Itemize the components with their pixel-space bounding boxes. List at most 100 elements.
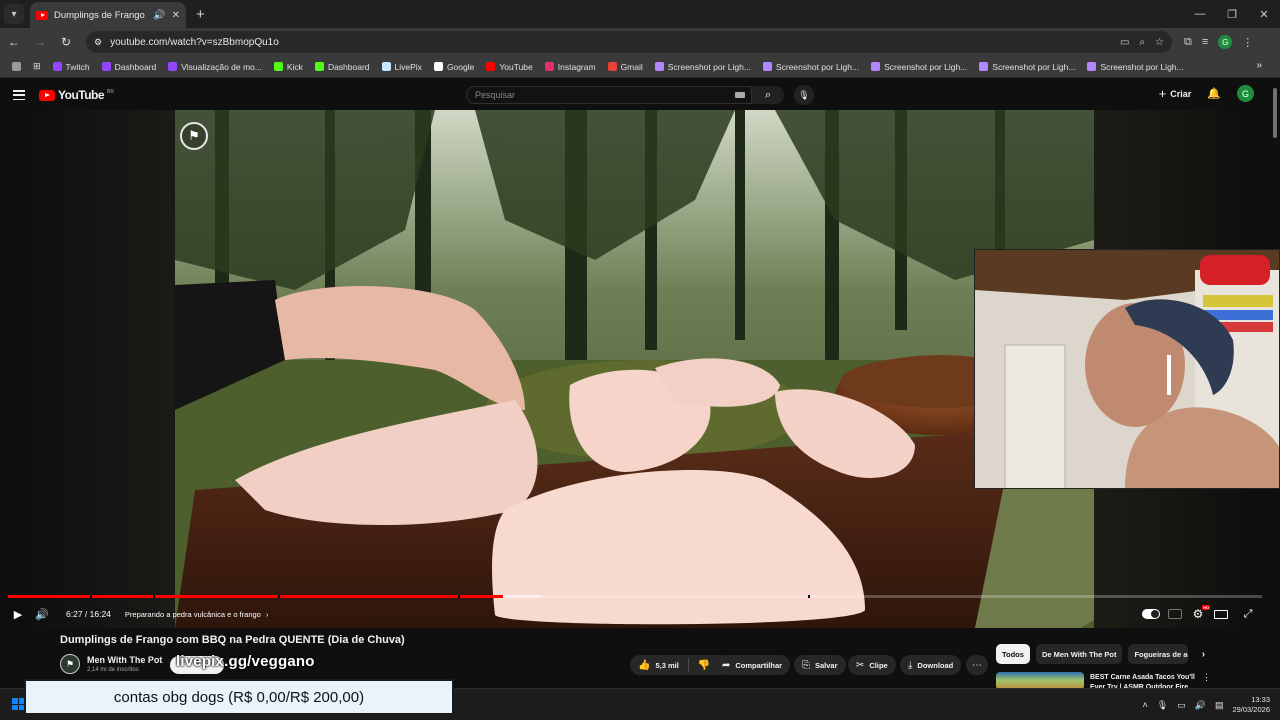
search-button[interactable]: ⌕ xyxy=(752,86,784,104)
browser-toolbar: ← → ↻ ⚙ youtube.com/watch?v=szBbmopQu1o … xyxy=(0,28,1280,56)
chapter-button[interactable]: Preparando a pedra vulcânica e o frango › xyxy=(125,610,268,619)
like-icon[interactable]: 👍 xyxy=(638,660,650,671)
apps-grid-icon[interactable]: ⊞ xyxy=(27,61,47,72)
dislike-icon[interactable]: 👎 xyxy=(698,660,710,671)
theater-mode-icon[interactable] xyxy=(1214,609,1228,619)
tray-chevron-icon[interactable]: ˄ xyxy=(1143,700,1148,710)
chevron-right-icon: › xyxy=(265,609,269,619)
chip-campfires[interactable]: Fogueiras de ac xyxy=(1128,644,1189,664)
cast-icon[interactable]: ▭ xyxy=(1120,37,1129,48)
bookmark-item[interactable]: Dashboard xyxy=(96,62,163,72)
play-icon[interactable]: ▶ xyxy=(6,602,30,626)
save-button[interactable]: ⎘ Salvar xyxy=(794,655,846,675)
browser-tab-active[interactable]: Dumplings de Frango com BBQ na Pedra QUE… xyxy=(30,2,186,28)
clock-date: 29/03/2026 xyxy=(1232,705,1270,714)
search-input[interactable]: Pesquisar xyxy=(466,86,752,104)
channel-avatar[interactable]: ⚑ xyxy=(60,654,80,674)
volume-icon[interactable]: 🔊 xyxy=(30,602,54,626)
progress-bar[interactable] xyxy=(8,595,1262,598)
taskbar-clock[interactable]: 13:33 29/03/2026 xyxy=(1232,695,1270,715)
create-button[interactable]: + Criar xyxy=(1159,86,1192,101)
more-actions-button[interactable]: ⋯ xyxy=(966,655,988,675)
bookmark-item[interactable]: Screenshot por Ligh... xyxy=(649,62,757,72)
bookmark-list: Twitch Dashboard Visualização de mo... Kick… xyxy=(47,62,1190,72)
profile-avatar[interactable]: G xyxy=(1218,35,1233,49)
channel-name[interactable]: Men With The Pot xyxy=(87,655,162,665)
address-bar[interactable]: ⚙ youtube.com/watch?v=szBbmopQu1o ▭ ⌕ ☆ xyxy=(86,31,1172,53)
minimize-icon[interactable]: — xyxy=(1184,0,1216,28)
bookmark-label: Screenshot por Ligh... xyxy=(667,61,751,72)
bookmark-item[interactable]: Gmail xyxy=(602,62,649,72)
instagram-icon xyxy=(544,62,554,71)
bookmark-item[interactable]: Screenshot por Ligh... xyxy=(1081,62,1189,72)
reload-icon[interactable]: ↻ xyxy=(54,30,78,54)
bookmark-item[interactable]: Kick xyxy=(268,62,309,72)
account-avatar[interactable]: G xyxy=(1237,85,1254,102)
settings-gear-icon[interactable]: ⚙ HD xyxy=(1190,605,1210,621)
forward-icon[interactable]: → xyxy=(28,30,52,54)
voice-search-button[interactable]: 🎙 xyxy=(794,85,814,105)
notification-tray-icon[interactable]: ▤ xyxy=(1215,700,1224,711)
channel-watermark-icon[interactable]: ⚑ xyxy=(180,122,208,150)
new-tab-icon[interactable]: + xyxy=(196,6,205,23)
bookmark-item[interactable]: Google xyxy=(428,62,480,72)
sidebar-toggle-icon[interactable] xyxy=(6,62,27,71)
bookmark-item[interactable]: Instagram xyxy=(539,62,602,72)
clock-time: 13:33 xyxy=(1251,695,1270,704)
chip-all[interactable]: Todos xyxy=(996,644,1030,664)
bookmark-label: Twitch xyxy=(65,61,90,72)
bookmark-item[interactable]: LivePix xyxy=(376,62,428,72)
keyboard-icon[interactable] xyxy=(735,92,745,98)
close-icon[interactable]: ✕ xyxy=(172,10,180,21)
subtitles-icon[interactable] xyxy=(1168,609,1182,619)
more-bookmarks-icon[interactable]: » xyxy=(1256,60,1262,71)
clip-button[interactable]: ✂ Clipe xyxy=(848,655,896,675)
bookmark-item[interactable]: Screenshot por Ligh... xyxy=(757,62,865,72)
site-info-icon[interactable]: ⚙ xyxy=(94,37,102,48)
bookmark-label: Instagram xyxy=(557,61,596,72)
restore-icon[interactable]: ❐ xyxy=(1216,0,1248,28)
bookmark-star-icon[interactable]: ☆ xyxy=(1155,37,1164,48)
search-icon: ⌕ xyxy=(764,88,772,101)
hd-badge: HD xyxy=(1202,605,1210,610)
bookmark-item[interactable]: Visualização de mo... xyxy=(162,62,268,72)
bookmark-item[interactable]: YouTube xyxy=(480,62,538,72)
like-count[interactable]: 5,3 mil xyxy=(655,661,678,670)
notifications-bell-icon[interactable]: 🔔 xyxy=(1207,87,1221,100)
time-separator: / xyxy=(82,609,90,619)
share-button[interactable]: ➦ Compartilhar xyxy=(714,655,791,675)
progress-played xyxy=(8,595,504,598)
bookmark-item[interactable]: Screenshot por Ligh... xyxy=(865,62,973,72)
bookmark-item[interactable]: Screenshot por Ligh... xyxy=(973,62,1081,72)
hamburger-menu-icon[interactable] xyxy=(13,90,25,100)
player-controls: ▶ 🔊 6:27 / 16:24 Preparando a pedra vulc… xyxy=(0,602,1270,626)
chip-from-channel[interactable]: De Men With The Pot xyxy=(1035,644,1123,664)
time-total: 16:24 xyxy=(89,609,111,619)
window-close-icon[interactable]: ✕ xyxy=(1248,0,1280,28)
bookmark-item[interactable]: Dashboard xyxy=(309,62,376,72)
speaker-icon[interactable]: 🔊 xyxy=(153,10,165,21)
video-frame[interactable] xyxy=(175,110,1094,628)
windows-start-icon[interactable] xyxy=(12,698,24,710)
microphone-icon: 🎙 xyxy=(798,89,810,100)
address-url[interactable]: youtube.com/watch?v=szBbmopQu1o xyxy=(110,37,1112,48)
extensions-icon[interactable]: ⧉ xyxy=(1184,36,1192,49)
media-control-icon[interactable]: ≡ xyxy=(1202,36,1208,48)
download-button[interactable]: ⤓ Download xyxy=(900,655,962,675)
microphone-tray-icon[interactable]: 🎙 xyxy=(1157,700,1168,711)
zoom-icon[interactable]: ⌕ xyxy=(1139,37,1145,48)
bookmark-label: Kick xyxy=(286,61,303,72)
fullscreen-icon[interactable]: ⤢ xyxy=(1236,602,1260,626)
youtube-logo[interactable]: YouTube BR xyxy=(39,88,114,102)
chevron-right-icon[interactable]: › xyxy=(1194,644,1212,664)
ambient-glow-left xyxy=(0,110,175,628)
speaker-tray-icon[interactable]: 🔊 xyxy=(1195,700,1206,711)
bookmark-item[interactable]: Twitch xyxy=(47,62,96,72)
back-icon[interactable]: ← xyxy=(2,30,26,54)
autoplay-toggle[interactable] xyxy=(1142,609,1160,619)
display-tray-icon[interactable]: ▭ xyxy=(1177,700,1186,711)
chrome-menu-icon[interactable]: ⋮ xyxy=(1242,36,1253,49)
video-player[interactable]: ⚑ ▶ 🔊 6:27 / 16:24 Preparando a pedra vu… xyxy=(0,110,1280,628)
tab-search-button[interactable]: ▾ xyxy=(4,4,24,24)
more-vertical-icon[interactable]: ⋮ xyxy=(1202,672,1211,683)
